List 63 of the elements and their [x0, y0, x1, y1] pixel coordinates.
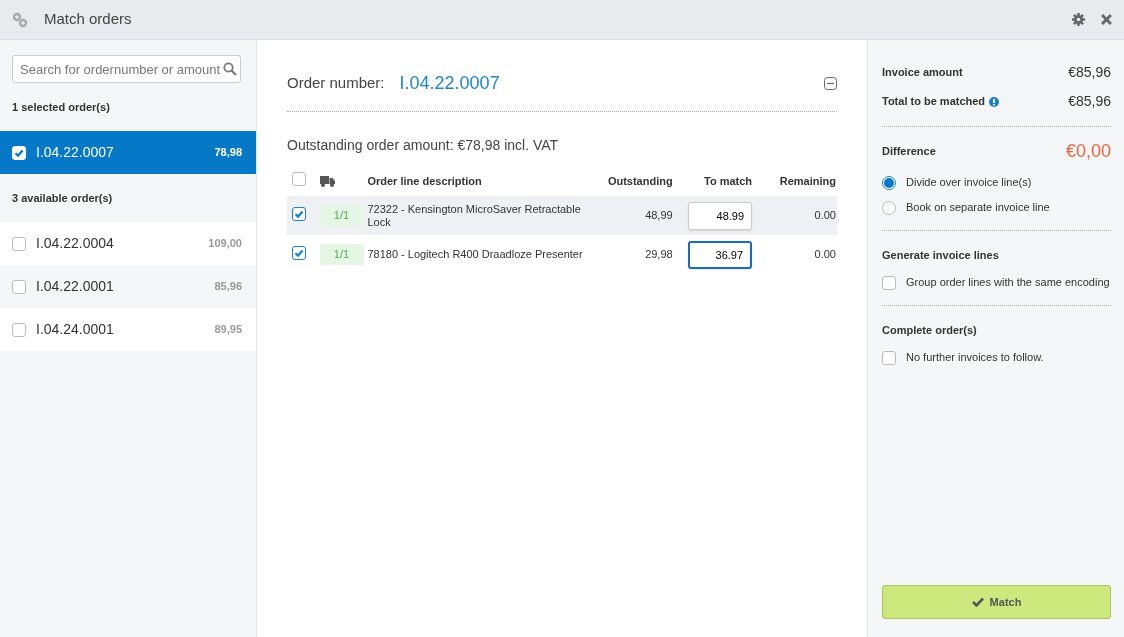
option-label: Book on separate invoice line	[906, 200, 1050, 216]
checkbox[interactable]	[882, 275, 896, 290]
section-heading: Generate invoice lines	[882, 248, 999, 264]
radio-button[interactable]	[882, 200, 896, 215]
section-heading: 1 selected order(s)	[12, 99, 110, 115]
check-icon	[971, 597, 984, 607]
order-amount: 78,98	[214, 145, 242, 161]
column-header: To match	[704, 174, 753, 187]
delivery-badge: 1/1	[319, 205, 364, 226]
match-button[interactable]: Match	[882, 585, 1111, 619]
option-label: Group order lines with the same encoding	[906, 275, 1110, 291]
order-row[interactable]: I.04.24.0001 89,95	[0, 308, 256, 351]
section-heading: 3 available order(s)	[12, 190, 113, 206]
total-label: Total to be matched	[882, 94, 986, 110]
order-row[interactable]: I.04.22.0007 78,98	[0, 131, 256, 174]
window-title: Match orders	[44, 9, 133, 30]
column-header: Outstanding	[607, 174, 673, 187]
checkbox[interactable]	[292, 207, 306, 222]
order-number-label: Order number:	[287, 73, 385, 94]
invoice-amount: €85,96	[1068, 63, 1111, 82]
outstanding-amount: 29,98	[645, 248, 673, 261]
checkbox[interactable]	[12, 322, 26, 337]
column-header: Remaining	[779, 174, 836, 187]
search-field[interactable]: Search for ordernumber or amount	[12, 55, 241, 83]
difference-label: Difference	[882, 144, 936, 160]
checkbox[interactable]	[292, 246, 306, 261]
order-number: I.04.22.0001	[36, 277, 115, 296]
invoice-amount-label: Invoice amount	[882, 65, 963, 81]
checkbox[interactable]	[882, 350, 896, 365]
remaining-amount: 0.00	[814, 209, 836, 222]
link-icon	[12, 11, 28, 28]
total-amount: €85,96	[1068, 92, 1111, 111]
order-number: I.04.24.0001	[36, 320, 115, 339]
radio-button[interactable]	[882, 175, 896, 190]
delivery-badge: 1/1	[319, 244, 364, 265]
collapse-icon[interactable]	[824, 77, 837, 90]
order-number: I.04.22.0007	[399, 72, 501, 95]
checkbox[interactable]	[12, 236, 26, 251]
close-icon[interactable]	[1101, 14, 1112, 25]
checkbox[interactable]	[292, 171, 306, 186]
order-row[interactable]: I.04.22.0004 109,00	[0, 222, 256, 265]
remaining-amount: 0.00	[814, 248, 836, 261]
outstanding-amount: Outstanding order amount: €78,98 incl. VAT	[287, 136, 560, 155]
truck-icon	[319, 176, 335, 188]
order-amount: 109,00	[208, 236, 242, 252]
option-label: Divide over invoice line(s)	[906, 175, 1032, 191]
info-icon[interactable]	[989, 96, 1000, 107]
amount-field[interactable]: 36.97	[688, 240, 753, 269]
order-line-description: 78180 - Logitech R400 Draadloze Presenter	[367, 248, 583, 261]
order-line-description: 72322 - Kensington MicroSaver Retractable Lock	[367, 203, 581, 228]
column-header: Order line description	[367, 174, 482, 187]
outstanding-amount: 48,99	[645, 209, 673, 222]
order-number: I.04.22.0007	[36, 143, 115, 162]
order-number: I.04.22.0004	[36, 234, 115, 253]
order-amount: 89,95	[214, 322, 242, 338]
search-icon[interactable]	[223, 62, 237, 76]
order-amount: 85,96	[214, 279, 242, 295]
settings-icon[interactable]	[1072, 13, 1085, 26]
option-label: No further invoices to follow.	[906, 350, 1044, 366]
checkbox[interactable]	[12, 279, 26, 294]
section-heading: Complete order(s)	[882, 323, 977, 339]
amount-field[interactable]: 48.99	[688, 201, 753, 230]
difference-amount: €0,00	[1065, 140, 1111, 163]
